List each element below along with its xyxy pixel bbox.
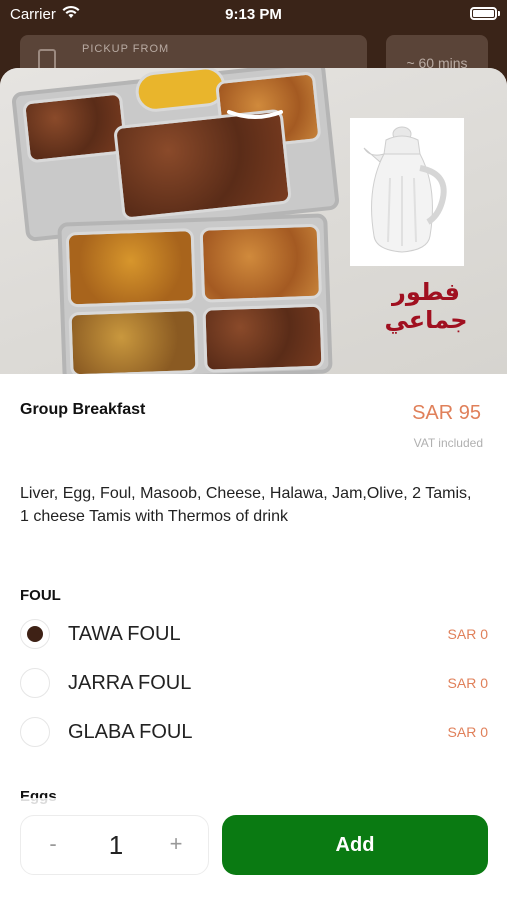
item-description: Liver, Egg, Foul, Masoob, Cheese, Halawa… (20, 485, 472, 525)
quantity-value: 1 (108, 830, 124, 860)
radio-unselected-icon[interactable] (20, 668, 50, 698)
decrement-button[interactable]: - (39, 831, 67, 857)
option-price: SAR 0 (447, 675, 488, 691)
pickup-label: PICKUP FROM (82, 43, 170, 55)
option-label: JARRA FOUL (68, 672, 192, 694)
clock: 9:13 PM (225, 6, 282, 23)
increment-button[interactable]: + (162, 831, 190, 857)
section-title-foul: FOUL (20, 587, 61, 604)
chevron-down-icon[interactable] (226, 108, 284, 120)
option-price: SAR 0 (447, 626, 488, 642)
option-label: TAWA FOUL (68, 623, 181, 645)
add-to-cart-button[interactable]: Add (222, 815, 488, 875)
option-tawa-foul[interactable]: TAWA FOUL SAR 0 (20, 616, 488, 654)
status-bar: Carrier 9:13 PM (0, 0, 507, 30)
thermos-image (350, 118, 464, 266)
radio-selected-icon[interactable] (20, 619, 50, 649)
food-tray-image-2 (57, 213, 333, 374)
option-label: GLABA FOUL (68, 721, 193, 743)
battery-icon (470, 7, 500, 20)
option-glaba-foul[interactable]: GLABA FOUL SAR 0 (20, 714, 488, 752)
item-title: Group Breakfast (20, 401, 146, 418)
item-price: SAR 95 (412, 402, 481, 424)
radio-unselected-icon[interactable] (20, 717, 50, 747)
option-jarra-foul[interactable]: JARRA FOUL SAR 0 (20, 665, 488, 703)
option-price: SAR 0 (447, 724, 488, 740)
quantity-stepper[interactable]: - 1 + (20, 815, 209, 875)
item-detail-sheet: فطور جماعي Group Breakfast SAR 95 VAT in… (0, 68, 507, 900)
vat-note: VAT included (413, 436, 483, 450)
hero-arabic-caption: فطور جماعي (384, 278, 468, 334)
